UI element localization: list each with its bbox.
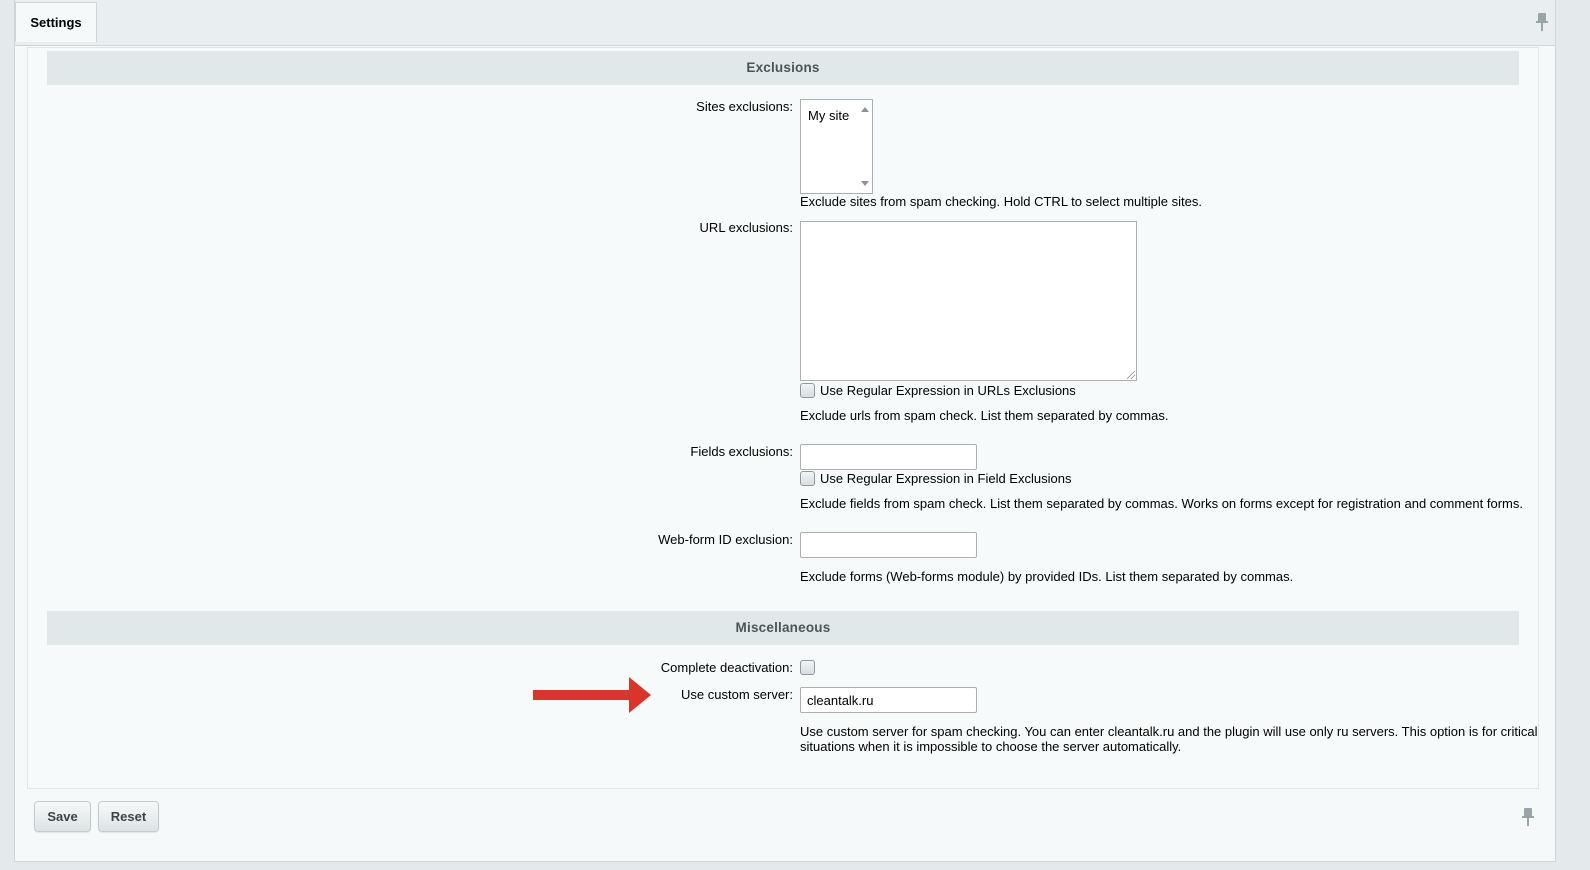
section-header-miscellaneous: Miscellaneous	[47, 611, 1519, 645]
custom-server-hint-line2: situations when it is impossible to choo…	[800, 739, 1182, 754]
deactivation-checkbox[interactable]	[800, 660, 815, 675]
deactivation-label: Complete deactivation:	[660, 660, 793, 675]
url-exclusions-textarea[interactable]	[800, 221, 1137, 381]
section-header-exclusions: Exclusions	[47, 51, 1519, 85]
form-footer: Save Reset	[27, 790, 1539, 850]
sites-exclusions-label: Sites exclusions:	[696, 99, 793, 114]
listbox-scrollbar[interactable]	[858, 100, 872, 193]
settings-form: Exclusions Sites exclusions: My site Exc…	[27, 47, 1539, 789]
pin-icon[interactable]	[1535, 13, 1549, 31]
field-regex-checkbox[interactable]	[800, 471, 815, 486]
fields-exclusions-label: Fields exclusions:	[690, 444, 793, 459]
settings-content: Exclusions Sites exclusions: My site Exc…	[27, 47, 1539, 789]
webform-exclusion-hint: Exclude forms (Web-forms module) by prov…	[800, 569, 1294, 584]
url-regex-label: Use Regular Expression in URLs Exclusion…	[820, 383, 1076, 398]
url-exclusions-hint: Exclude urls from spam check. List them …	[800, 408, 1169, 423]
fields-exclusions-input[interactable]	[800, 444, 977, 470]
field-regex-label: Use Regular Expression in Field Exclusio…	[820, 471, 1072, 486]
sites-exclusions-listbox[interactable]: My site	[800, 99, 873, 194]
tab-settings[interactable]: Settings	[15, 2, 97, 42]
webform-exclusion-label: Web-form ID exclusion:	[658, 532, 793, 547]
pin-icon[interactable]	[1521, 808, 1535, 826]
settings-panel: Settings Exclusions Sites exclusions: My…	[14, 0, 1556, 862]
webform-exclusion-input[interactable]	[800, 532, 977, 558]
custom-server-label: Use custom server:	[681, 687, 793, 702]
save-button[interactable]: Save	[34, 801, 91, 832]
scroll-down-icon[interactable]	[861, 181, 869, 186]
url-exclusions-label: URL exclusions:	[699, 220, 793, 235]
sites-exclusions-hint: Exclude sites from spam checking. Hold C…	[800, 194, 1202, 209]
url-regex-checkbox[interactable]	[800, 383, 815, 398]
tab-bar: Settings	[15, 0, 1555, 46]
resize-handle[interactable]	[1127, 371, 1135, 379]
custom-server-input[interactable]	[800, 687, 977, 713]
red-arrow-annotation	[533, 677, 651, 713]
custom-server-hint-line1: Use custom server for spam checking. You…	[800, 724, 1538, 739]
listbox-option[interactable]: My site	[808, 108, 849, 123]
scroll-up-icon[interactable]	[861, 107, 869, 112]
arrow-shape	[533, 677, 651, 713]
custom-server-hint: Use custom server for spam checking. You…	[800, 724, 1538, 754]
fields-exclusions-hint: Exclude fields from spam check. List the…	[800, 496, 1523, 511]
reset-button[interactable]: Reset	[98, 801, 159, 832]
